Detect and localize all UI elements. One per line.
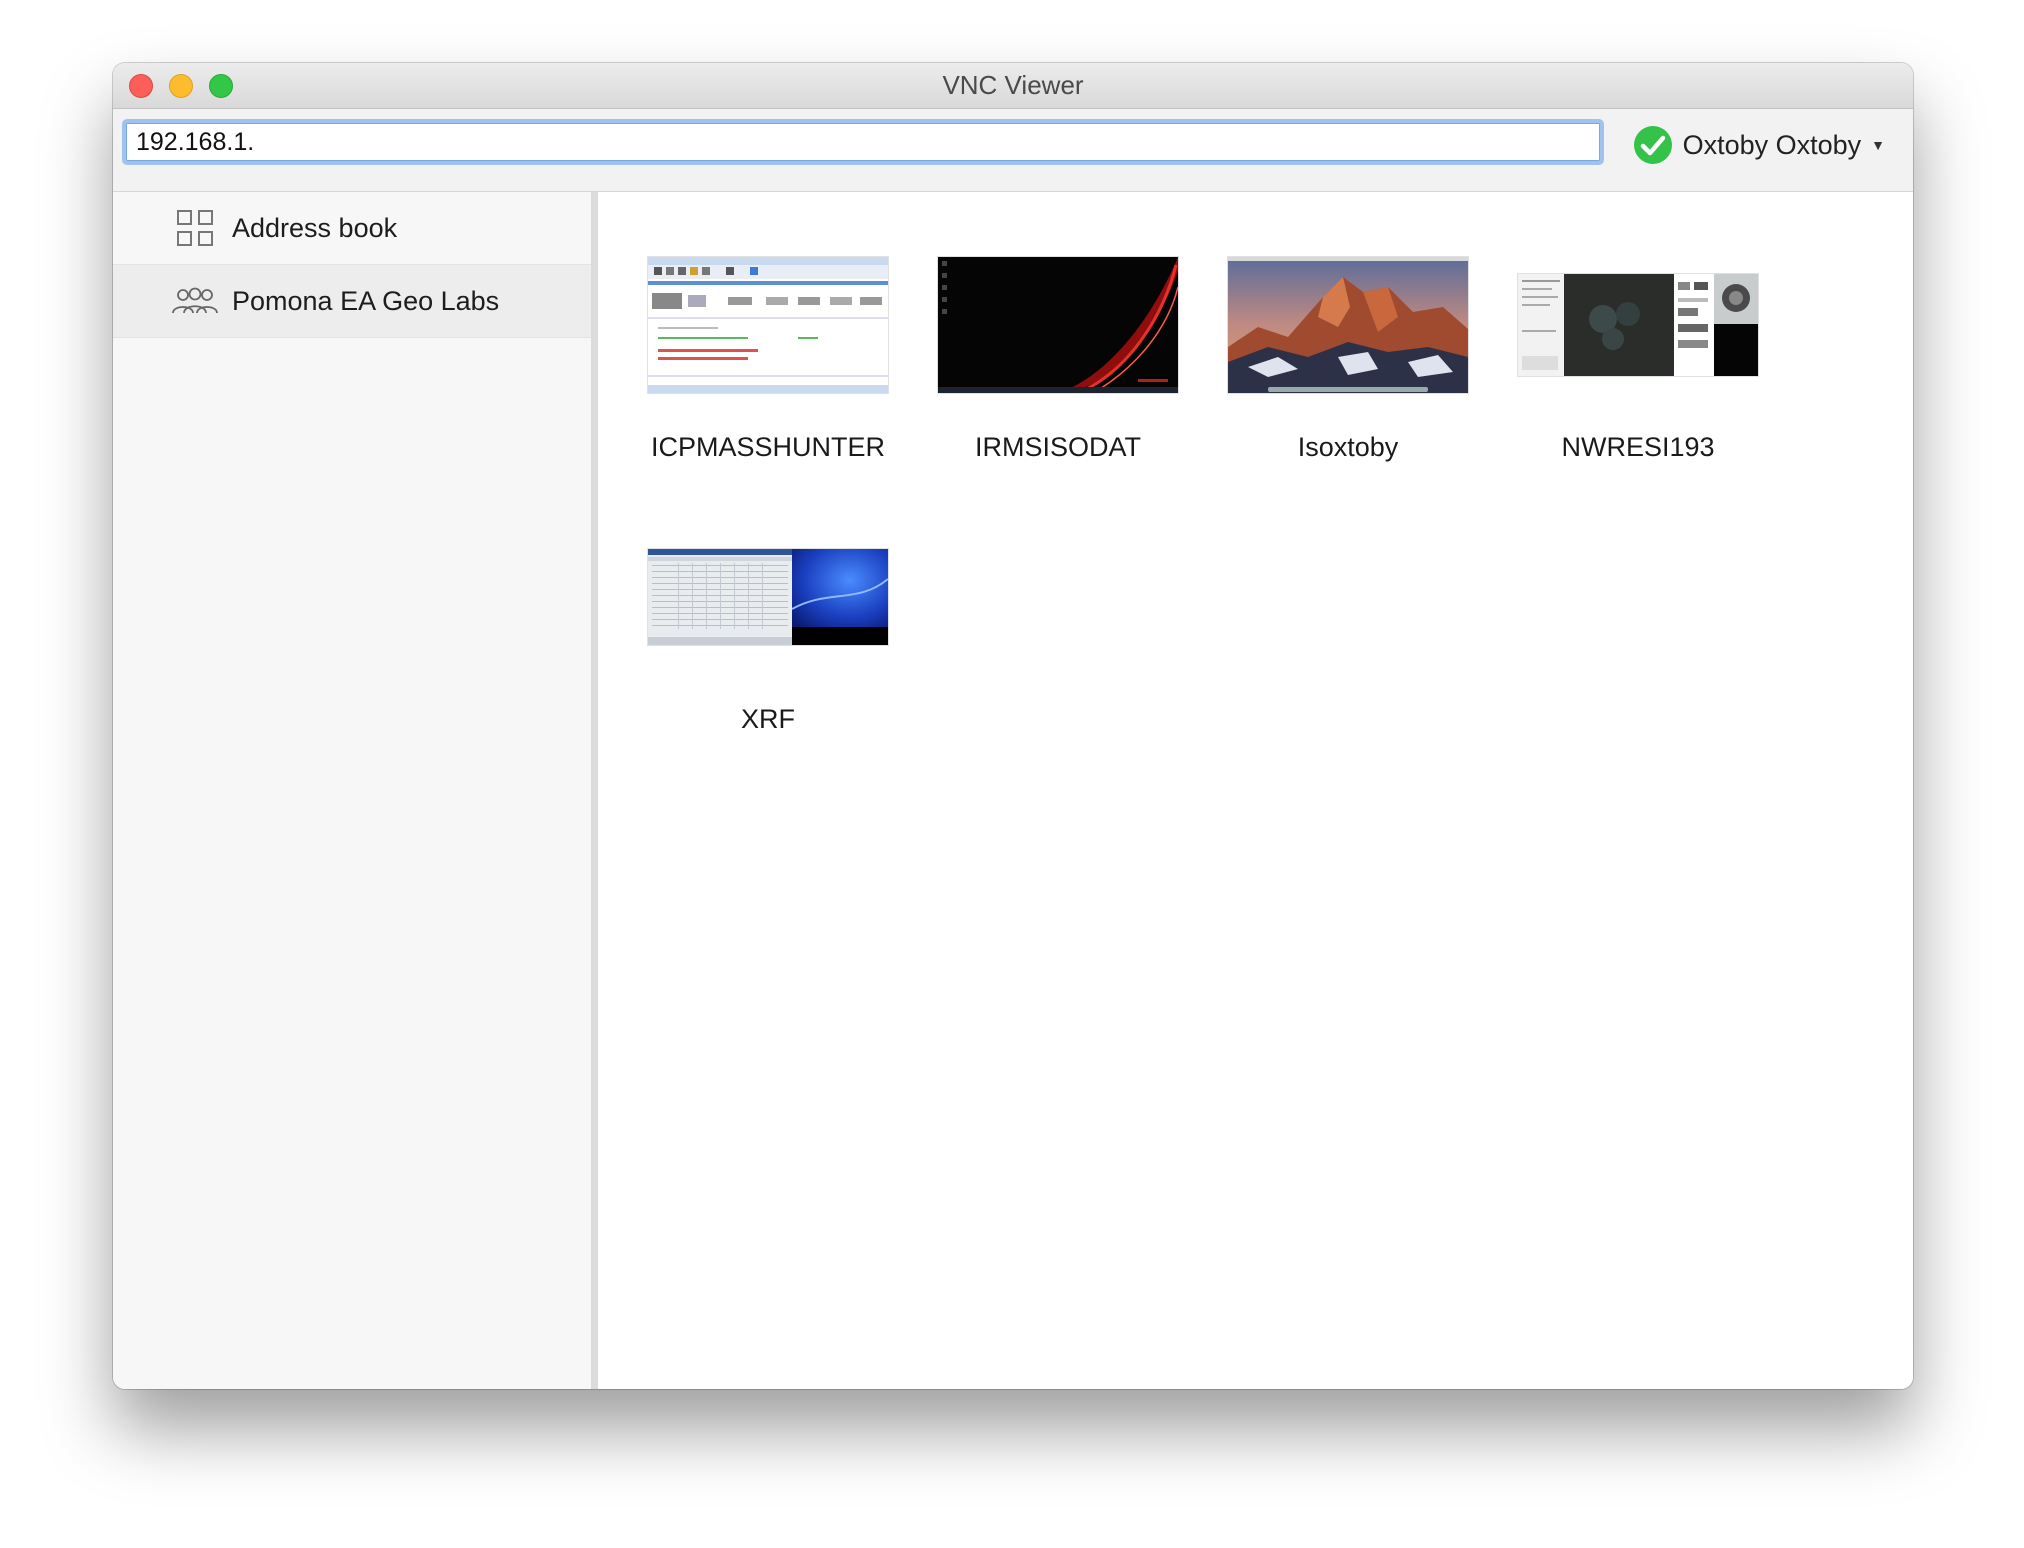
chevron-down-icon: ▼ <box>1871 137 1885 153</box>
computer-tile-xrf[interactable]: XRF <box>598 527 888 757</box>
computer-name: Isoxtoby <box>1297 432 1399 462</box>
toolbar: Oxtoby Oxtoby ▼ <box>113 109 1913 192</box>
sidebar-item-label: Pomona EA Geo Labs <box>232 285 500 316</box>
computer-thumbnail <box>938 257 1178 393</box>
signed-in-check-icon <box>1633 126 1672 164</box>
sidebar-item-address-book[interactable]: Address book <box>113 192 591 265</box>
account-name: Oxtoby Oxtoby <box>1682 129 1862 160</box>
computer-name: NWRESI193 <box>1561 432 1715 462</box>
account-menu-button[interactable]: Oxtoby Oxtoby ▼ <box>1633 123 1885 167</box>
address-input[interactable] <box>122 119 1604 165</box>
computer-tile-irmsisodat[interactable]: IRMSISODAT <box>888 255 1178 485</box>
vnc-viewer-window: VNC Viewer Oxtoby Oxtoby ▼ Address book <box>113 63 1913 1389</box>
computer-thumbnail <box>648 549 888 645</box>
title-bar[interactable]: VNC Viewer <box>113 63 1913 109</box>
sidebar-item-pomona-ea-geo-labs[interactable]: Pomona EA Geo Labs <box>113 265 591 338</box>
computer-thumbnail <box>648 257 888 393</box>
computer-tile-icpmasshunter[interactable]: ICPMASSHUNTER <box>598 255 888 485</box>
computer-name: ICPMASSHUNTER <box>650 432 886 462</box>
grid-icon <box>171 208 219 248</box>
computer-name: XRF <box>741 704 795 734</box>
window-title: VNC Viewer <box>942 70 1084 100</box>
computer-thumbnail <box>1518 274 1758 376</box>
computer-tile-isoxtoby[interactable]: Isoxtoby <box>1178 255 1468 485</box>
team-icon <box>171 281 219 321</box>
computer-name: IRMSISODAT <box>974 432 1141 462</box>
computer-tile-nwresi193[interactable]: NWRESI193 <box>1468 255 1758 485</box>
computer-grid: ICPMASSHUNTER IRMSISODAT Isoxtoby NWRESI… <box>598 192 1913 1389</box>
computer-thumbnail <box>1228 257 1468 393</box>
sidebar-item-label: Address book <box>232 212 398 243</box>
sidebar: Address book Pomona EA Geo Labs <box>113 192 598 1389</box>
